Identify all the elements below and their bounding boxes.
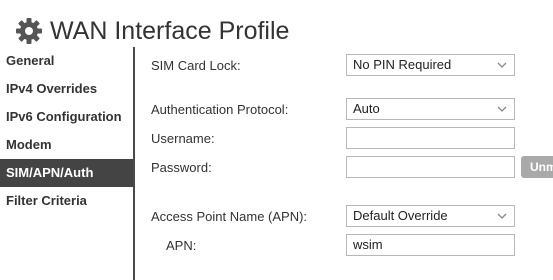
chevron-down-icon xyxy=(496,58,508,72)
unmask-button[interactable]: Unmask xyxy=(521,156,553,178)
sidebar-item-modem[interactable]: Modem xyxy=(0,131,133,159)
apn-value: wsim xyxy=(353,237,383,252)
sidebar-item-general[interactable]: General xyxy=(0,47,133,75)
page-header: WAN Interface Profile xyxy=(14,13,289,49)
apn-source-select[interactable]: Default Override xyxy=(346,205,515,227)
username-field[interactable] xyxy=(346,127,515,149)
auth-protocol-select[interactable]: Auto xyxy=(346,98,515,120)
sim-card-lock-select[interactable]: No PIN Required xyxy=(346,54,515,76)
page-title: WAN Interface Profile xyxy=(50,16,290,45)
auth-protocol-label: Authentication Protocol: xyxy=(151,102,289,117)
sidebar-item-ipv6-configuration[interactable]: IPv6 Configuration xyxy=(0,103,133,131)
password-label: Password: xyxy=(151,160,212,175)
wan-interface-profile-page: WAN Interface Profile General IPv4 Overr… xyxy=(0,0,553,280)
auth-protocol-value: Auto xyxy=(353,101,380,116)
sidebar-item-ipv4-overrides[interactable]: IPv4 Overrides xyxy=(0,75,133,103)
gear-icon xyxy=(14,16,44,46)
apn-source-label: Access Point Name (APN): xyxy=(151,209,308,224)
username-label: Username: xyxy=(151,131,215,146)
sidebar-item-filter-criteria[interactable]: Filter Criteria xyxy=(0,187,133,215)
sidebar: General IPv4 Overrides IPv6 Configuratio… xyxy=(0,47,135,280)
chevron-down-icon xyxy=(496,102,508,116)
sidebar-item-sim-apn-auth[interactable]: SIM/APN/Auth xyxy=(0,159,133,187)
apn-field[interactable]: wsim xyxy=(346,234,515,256)
apn-label: APN: xyxy=(166,238,197,253)
chevron-down-icon xyxy=(496,209,508,223)
password-field[interactable] xyxy=(346,156,515,178)
sim-card-lock-value: No PIN Required xyxy=(353,57,452,72)
sim-card-lock-label: SIM Card Lock: xyxy=(151,58,241,73)
apn-source-value: Default Override xyxy=(353,208,448,223)
